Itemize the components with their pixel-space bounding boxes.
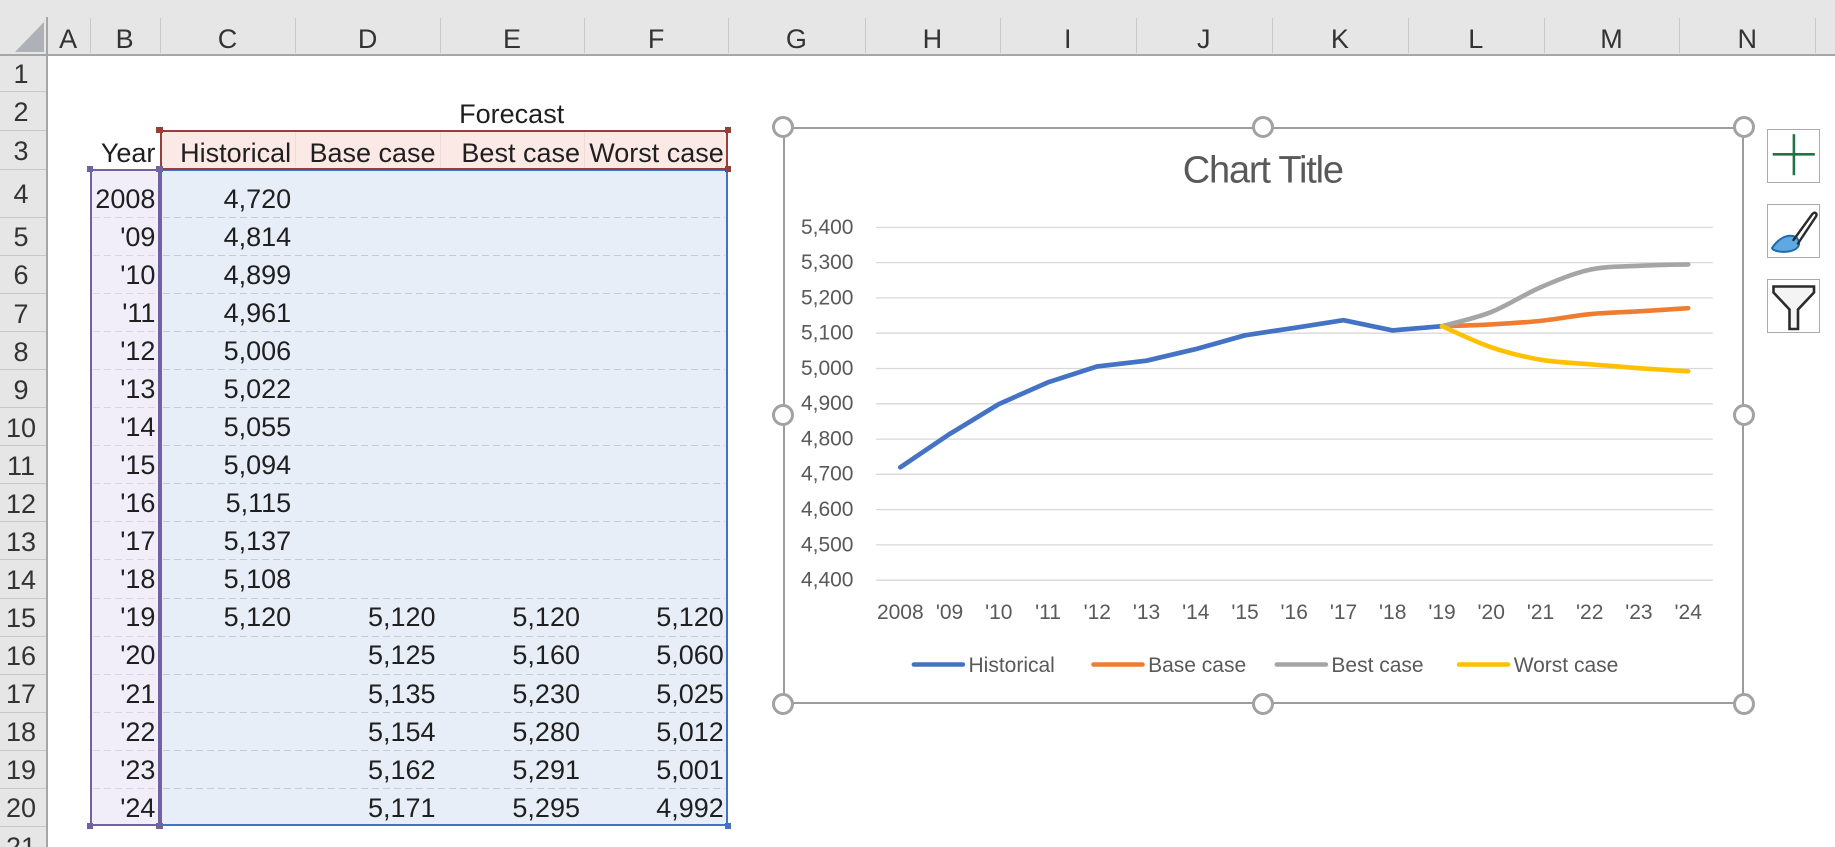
svg-text:4,400: 4,400	[800, 568, 853, 591]
svg-text:'14: '14	[1182, 600, 1210, 623]
svg-text:'23: '23	[1625, 600, 1652, 623]
svg-text:4,600: 4,600	[800, 498, 853, 521]
svg-text:5,200: 5,200	[800, 286, 853, 309]
svg-text:Historical: Historical	[968, 653, 1054, 676]
svg-text:'17: '17	[1329, 600, 1356, 623]
svg-text:'20: '20	[1477, 600, 1504, 623]
svg-text:2008: 2008	[876, 600, 923, 623]
svg-text:'18: '18	[1379, 600, 1406, 623]
svg-text:4,900: 4,900	[800, 392, 853, 415]
svg-text:5,400: 5,400	[800, 215, 853, 238]
svg-text:4,500: 4,500	[800, 533, 853, 556]
svg-text:5,100: 5,100	[800, 321, 853, 344]
svg-text:Chart Title: Chart Title	[1182, 149, 1342, 191]
svg-text:'24: '24	[1674, 600, 1702, 623]
svg-text:'21: '21	[1526, 600, 1553, 623]
svg-text:'11: '11	[1035, 600, 1061, 623]
svg-text:'13: '13	[1132, 600, 1159, 623]
svg-text:Worst case: Worst case	[1513, 653, 1618, 676]
svg-text:4,700: 4,700	[800, 462, 853, 485]
svg-text:'09: '09	[935, 600, 962, 623]
svg-text:'16: '16	[1280, 600, 1307, 623]
svg-text:5,000: 5,000	[800, 356, 853, 379]
svg-text:4,800: 4,800	[800, 427, 853, 450]
svg-text:'10: '10	[985, 600, 1012, 623]
svg-text:'15: '15	[1231, 600, 1258, 623]
svg-text:'19: '19	[1428, 600, 1455, 623]
svg-text:Base case: Base case	[1148, 653, 1246, 676]
svg-text:Best case: Best case	[1331, 653, 1423, 676]
svg-text:'22: '22	[1576, 600, 1603, 623]
svg-text:'12: '12	[1083, 600, 1110, 623]
svg-text:5,300: 5,300	[800, 251, 853, 274]
